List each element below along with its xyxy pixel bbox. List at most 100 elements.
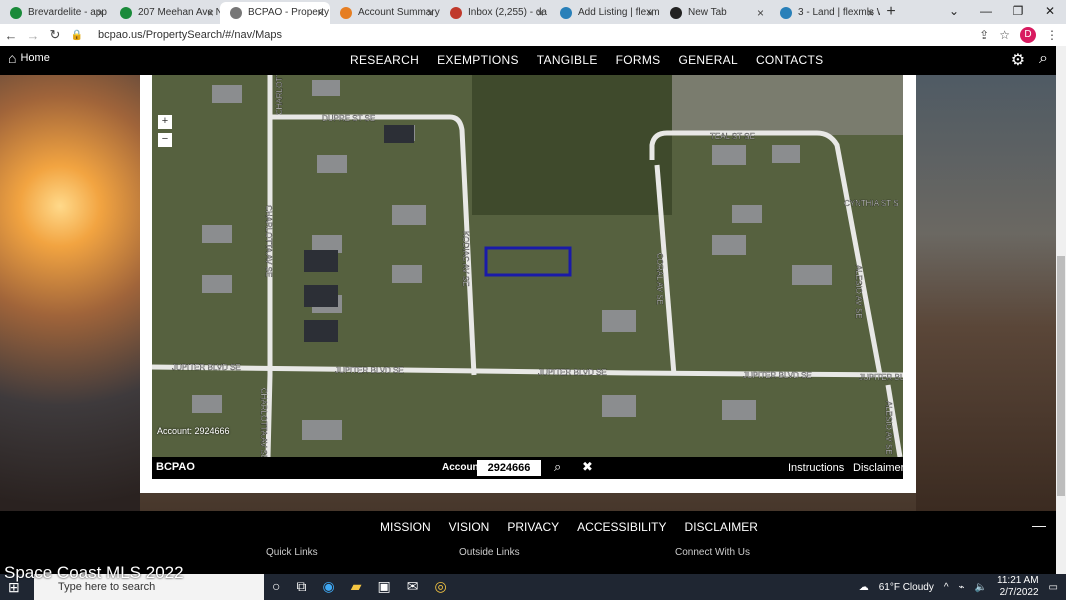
footer-link-privacy[interactable]: PRIVACY (507, 520, 559, 534)
tab-label: Brevardelite - app (28, 7, 107, 18)
map-toolbar: BCPAO Account: 2924666 ⌕ ✖ Instructions … (152, 457, 904, 479)
browser-tab-strip: Brevardelite - app × 207 Meehan Ave N × BC… (0, 0, 1066, 24)
forward-icon[interactable]: → (22, 28, 44, 43)
background-image-left (0, 46, 140, 516)
footer-heading-outside-links: Outside Links (459, 547, 520, 558)
footer-link-mission[interactable]: MISSION (380, 520, 431, 534)
lock-icon[interactable]: 🔒 (66, 30, 88, 41)
gmail-icon (450, 7, 462, 19)
page-scrollbar[interactable] (1056, 46, 1066, 574)
account-input[interactable]: 2924666 (477, 460, 541, 476)
store-icon[interactable]: ▣ (377, 578, 390, 595)
minimize-button[interactable]: — (970, 0, 1002, 22)
menu-general[interactable]: GENERAL (678, 53, 737, 67)
share-icon[interactable]: ⇪ (979, 28, 989, 42)
street-label-alesio-top: ALESIO AV SE (854, 265, 863, 319)
menu-tangible[interactable]: TANGIBLE (537, 53, 598, 67)
close-icon[interactable]: ✖ (582, 459, 593, 475)
street-label-teal: TEAL ST SE (710, 132, 755, 141)
street-label-jupiter-2: JUPITER BLVD SE (335, 366, 404, 375)
street-label-coral: CORAL AV SE (655, 253, 664, 305)
tab-search-icon[interactable]: ⌄ (938, 0, 970, 22)
close-tab-icon[interactable]: × (867, 2, 874, 24)
clock-time: 11:21 AM (997, 575, 1039, 586)
close-window-button[interactable]: ✕ (1034, 0, 1066, 22)
clock[interactable]: 11:21 AM 2/7/2022 (997, 575, 1039, 599)
close-tab-icon[interactable]: × (97, 2, 104, 24)
url-field[interactable]: bcpao.us/PropertySearch/#/nav/Maps (98, 29, 282, 41)
clock-date: 2/7/2022 (999, 587, 1039, 598)
weather-text[interactable]: 61°F Cloudy (879, 582, 934, 593)
zoom-controls: + − (158, 115, 172, 147)
footer-link-accessibility[interactable]: ACCESSIBILITY (577, 520, 666, 534)
close-tab-icon[interactable]: × (317, 2, 324, 24)
file-explorer-icon[interactable]: ▰ (351, 578, 362, 595)
disclaimer-link[interactable]: Disclaimer (853, 462, 904, 474)
aerial-map[interactable]: DUPRE ST SE TEAL ST SE CYNTHIA ST S JUPI… (152, 75, 903, 457)
menu-exemptions[interactable]: EXEMPTIONS (437, 53, 519, 67)
close-tab-icon[interactable]: × (207, 2, 214, 24)
profile-avatar[interactable]: D (1020, 27, 1036, 43)
menu-forms[interactable]: FORMS (616, 53, 661, 67)
street-label-charlotta-bottom: CHARLOTTA AV SE (259, 388, 268, 457)
street-label-alesio-bottom: ALESIO AV SE (884, 401, 893, 455)
menu-contacts[interactable]: CONTACTS (756, 53, 824, 67)
volume-icon[interactable]: 🔈 (975, 582, 987, 593)
browser-tab[interactable]: Account Summary × (330, 2, 440, 24)
network-icon[interactable]: ⌁ (959, 582, 965, 593)
street-label-jupiter-3: JUPITER BLVD SE (538, 368, 607, 377)
collapse-footer-icon[interactable]: — (1032, 517, 1046, 533)
bookmark-star-icon[interactable]: ☆ (999, 28, 1010, 42)
footer-link-disclaimer[interactable]: DISCLAIMER (685, 520, 758, 534)
street-label-jupiter-5: JUPITER BL (859, 373, 903, 382)
instructions-link[interactable]: Instructions (788, 462, 844, 474)
more-menu-icon[interactable]: ⋮ (1046, 28, 1058, 42)
new-tab-button[interactable]: + (880, 2, 902, 24)
reload-icon[interactable]: ↻ (44, 27, 66, 43)
gear-icon[interactable]: ⚙ (1011, 50, 1025, 70)
cortana-icon[interactable]: ○ (272, 578, 280, 595)
site-favicon-icon (560, 7, 572, 19)
close-tab-icon[interactable]: × (647, 2, 654, 24)
bcpao-logo[interactable]: BCPAO (156, 461, 195, 473)
notifications-icon[interactable]: ▭ (1049, 582, 1058, 593)
browser-tab[interactable]: 207 Meehan Ave N × (110, 2, 220, 24)
weather-icon[interactable]: ☁ (859, 582, 869, 593)
site-favicon-icon (120, 7, 132, 19)
close-tab-icon[interactable]: × (757, 2, 764, 24)
street-label-jupiter-1: JUPITER BLVD SE (172, 363, 241, 372)
close-tab-icon[interactable]: × (427, 2, 434, 24)
restore-button[interactable]: ❐ (1002, 0, 1034, 22)
mail-icon[interactable]: ✉ (407, 578, 419, 595)
browser-tab[interactable]: New Tab × (660, 2, 770, 24)
site-navbar: ⌂ Home RESEARCH EXEMPTIONS TANGIBLE FORM… (0, 46, 1056, 75)
street-label-kodiac: KODIAC AV SE (461, 231, 470, 286)
footer-heading-quick-links: Quick Links (266, 547, 318, 558)
edge-icon[interactable]: ◉ (322, 578, 334, 595)
scrollbar-thumb[interactable] (1057, 256, 1065, 496)
menu-research[interactable]: RESEARCH (350, 53, 419, 67)
search-icon[interactable]: ⌕ (1039, 50, 1048, 70)
search-icon[interactable]: ⌕ (554, 459, 561, 475)
house-icon: ⌂ (8, 50, 17, 66)
background-image-right (916, 46, 1066, 516)
browser-tab[interactable]: 3 - Land | flexmls W × (770, 2, 880, 24)
tab-label: Inbox (2,255) - da (468, 7, 547, 18)
close-tab-icon[interactable]: × (537, 2, 544, 24)
window-controls: ⌄ — ❐ ✕ (938, 0, 1066, 22)
account-overlay-label: Account: 2924666 (157, 426, 230, 436)
tray-chevron-icon[interactable]: ^ (944, 582, 949, 593)
browser-tab-active[interactable]: BCPAO - Property × (220, 2, 330, 24)
street-label-jupiter-4: JUPITER BLVD SE (743, 371, 812, 380)
browser-tab[interactable]: Inbox (2,255) - da × (440, 2, 550, 24)
browser-tab[interactable]: Add Listing | flexm × (550, 2, 660, 24)
footer-link-vision[interactable]: VISION (449, 520, 490, 534)
chrome-icon[interactable]: ◎ (434, 578, 446, 595)
zoom-out-button[interactable]: − (158, 133, 172, 147)
back-icon[interactable]: ← (0, 28, 22, 43)
browser-tab[interactable]: Brevardelite - app × (0, 2, 110, 24)
task-view-icon[interactable]: ⧉ (296, 578, 306, 595)
zoom-in-button[interactable]: + (158, 115, 172, 129)
new-tab-icon (670, 7, 682, 19)
home-link[interactable]: ⌂ Home (8, 50, 50, 66)
